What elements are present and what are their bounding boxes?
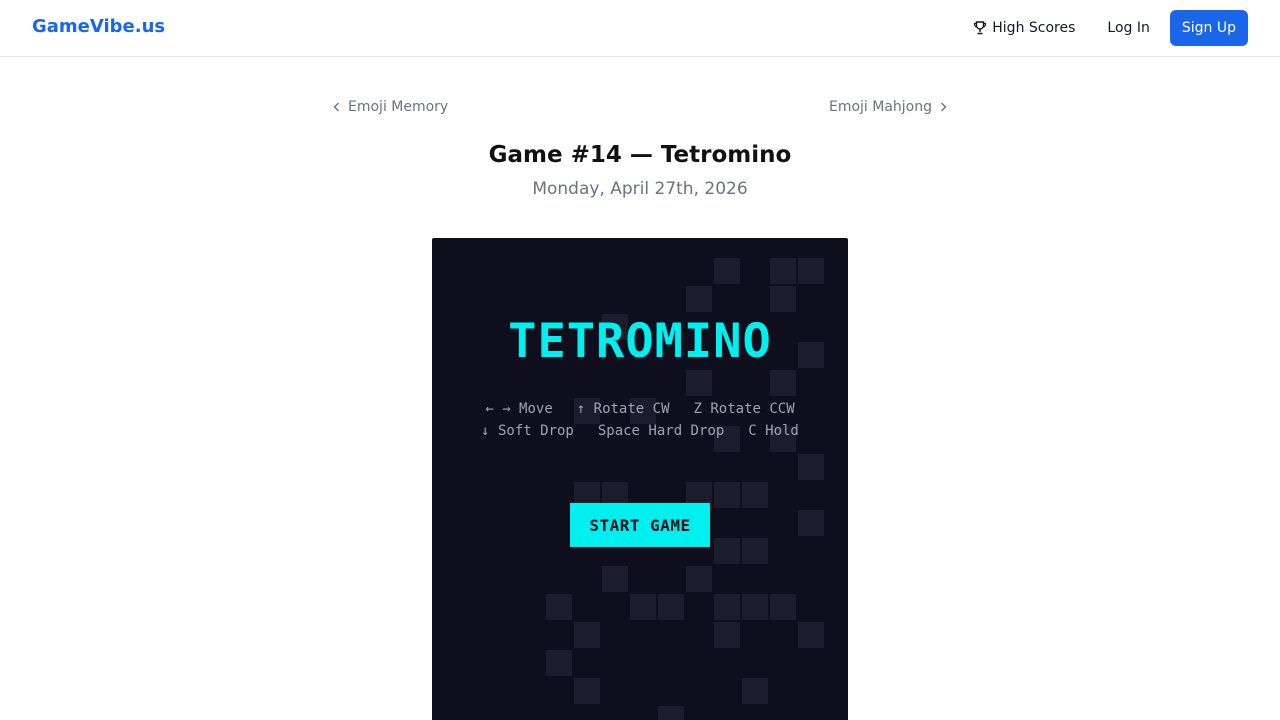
background-block xyxy=(714,594,740,620)
background-block xyxy=(602,566,628,592)
background-block xyxy=(798,510,824,536)
background-block xyxy=(658,706,684,720)
previous-game-link[interactable]: Emoji Memory xyxy=(332,99,448,115)
high-scores-label: High Scores xyxy=(992,20,1076,36)
top-navbar: GameVibe.us High Scores Log In Sign Up xyxy=(0,0,1280,57)
chevron-right-icon xyxy=(941,102,947,112)
chevron-left-icon xyxy=(333,102,339,112)
high-scores-link[interactable]: High Scores xyxy=(956,10,1091,46)
control-move: ← → Move xyxy=(485,401,553,417)
background-block xyxy=(770,286,796,312)
trophy-icon xyxy=(974,21,987,35)
background-block xyxy=(798,454,824,480)
background-block xyxy=(574,622,600,648)
board-background-blocks xyxy=(432,238,848,720)
background-block xyxy=(714,258,740,284)
background-block xyxy=(742,538,768,564)
controls-row: ↓ Soft Drop Space Hard Drop C Hold xyxy=(432,420,848,442)
game-pagination: Emoji Memory Emoji Mahjong xyxy=(332,96,948,118)
control-hold: C Hold xyxy=(748,423,799,439)
background-block xyxy=(546,594,572,620)
next-game-label: Emoji Mahjong xyxy=(828,99,932,115)
background-block xyxy=(686,286,712,312)
background-block xyxy=(546,650,572,676)
background-block xyxy=(714,622,740,648)
background-block xyxy=(686,566,712,592)
login-link[interactable]: Log In xyxy=(1091,10,1165,46)
background-block xyxy=(770,370,796,396)
control-soft-drop: ↓ Soft Drop xyxy=(481,423,574,439)
control-rotate-ccw: Z Rotate CCW xyxy=(693,401,795,417)
brand-logo[interactable]: GameVibe.us xyxy=(32,16,165,37)
page-title: Game #14 — Tetromino xyxy=(488,142,792,168)
signup-button[interactable]: Sign Up xyxy=(1169,10,1248,46)
background-block xyxy=(574,678,600,704)
background-block xyxy=(742,678,768,704)
nav-actions: High Scores Log In Sign Up xyxy=(956,10,1248,46)
previous-game-label: Emoji Memory xyxy=(348,99,449,115)
controls-help: ← → Move ↑ Rotate CW Z Rotate CCW ↓ Soft… xyxy=(432,398,848,442)
background-block xyxy=(798,258,824,284)
game-board[interactable]: TETROMINO ← → Move ↑ Rotate CW Z Rotate … xyxy=(432,238,848,720)
controls-row: ← → Move ↑ Rotate CW Z Rotate CCW xyxy=(432,398,848,420)
background-block xyxy=(770,258,796,284)
background-block xyxy=(630,594,656,620)
background-block xyxy=(770,594,796,620)
start-game-button[interactable]: START GAME xyxy=(570,503,710,547)
background-block xyxy=(714,482,740,508)
control-hard-drop: Space Hard Drop xyxy=(597,423,725,439)
game-title: TETROMINO xyxy=(508,314,772,369)
control-rotate-cw: ↑ Rotate CW xyxy=(576,401,670,417)
background-block xyxy=(686,370,712,396)
background-block xyxy=(714,538,740,564)
background-block xyxy=(742,482,768,508)
background-block xyxy=(658,594,684,620)
next-game-link[interactable]: Emoji Mahjong xyxy=(829,99,948,115)
game-date: Monday, April 27th, 2026 xyxy=(532,179,748,199)
background-block xyxy=(742,594,768,620)
background-block xyxy=(798,622,824,648)
